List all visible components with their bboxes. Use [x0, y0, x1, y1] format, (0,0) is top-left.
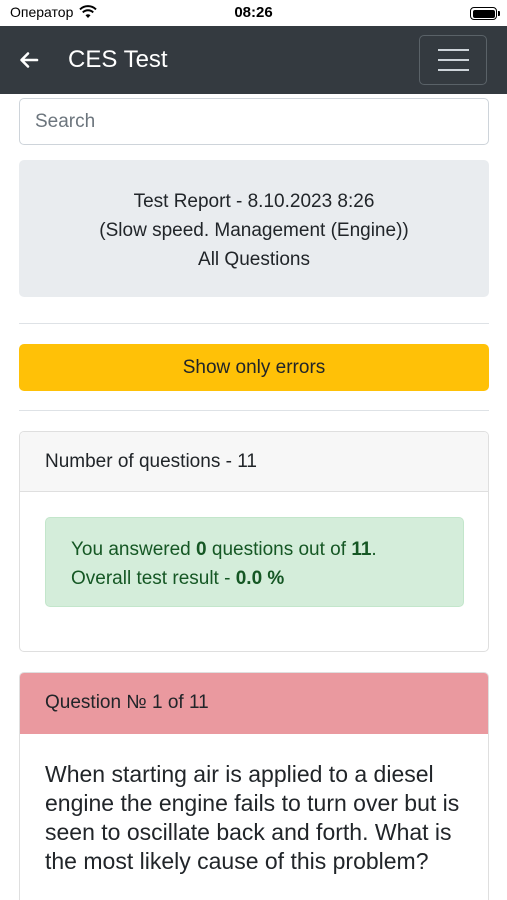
menu-button[interactable] [419, 35, 487, 85]
report-title: Test Report - 8.10.2023 8:26 [133, 191, 375, 212]
report-jumbotron: Test Report - 8.10.2023 8:26 (Slow speed… [19, 160, 489, 297]
battery-icon [470, 7, 500, 20]
summary-header: Number of questions - 11 [20, 432, 488, 492]
hamburger-line [438, 59, 469, 61]
hamburger-line [438, 69, 469, 71]
search-input[interactable] [19, 98, 489, 145]
answered-line: You answered 0 questions out of 11. [71, 539, 377, 560]
result-line: Overall test result - 0.0 % [71, 568, 285, 589]
navbar: CES Test [0, 26, 507, 94]
divider [19, 323, 489, 324]
question-card: Question № 1 of 11 When starting air is … [19, 672, 489, 900]
report-filter: All Questions [198, 249, 310, 270]
status-time: 08:26 [234, 4, 273, 21]
result-alert: You answered 0 questions out of 11. Over… [45, 517, 464, 607]
status-bar: Оператор 08:26 [0, 0, 507, 26]
show-errors-button[interactable]: Show only errors [19, 344, 489, 391]
back-arrow-icon[interactable] [18, 49, 40, 71]
total-count: 11 [351, 539, 372, 560]
divider [19, 410, 489, 411]
result-value: 0.0 % [235, 568, 285, 589]
report-subject: (Slow speed. Management (Engine)) [99, 220, 409, 241]
answered-count: 0 [196, 539, 207, 560]
page-title: CES Test [68, 46, 168, 73]
question-header: Question № 1 of 11 [20, 673, 488, 734]
hamburger-line [438, 49, 469, 51]
summary-card: Number of questions - 11 You answered 0 … [19, 431, 489, 652]
question-text: When starting air is applied to a diesel… [45, 761, 460, 874]
